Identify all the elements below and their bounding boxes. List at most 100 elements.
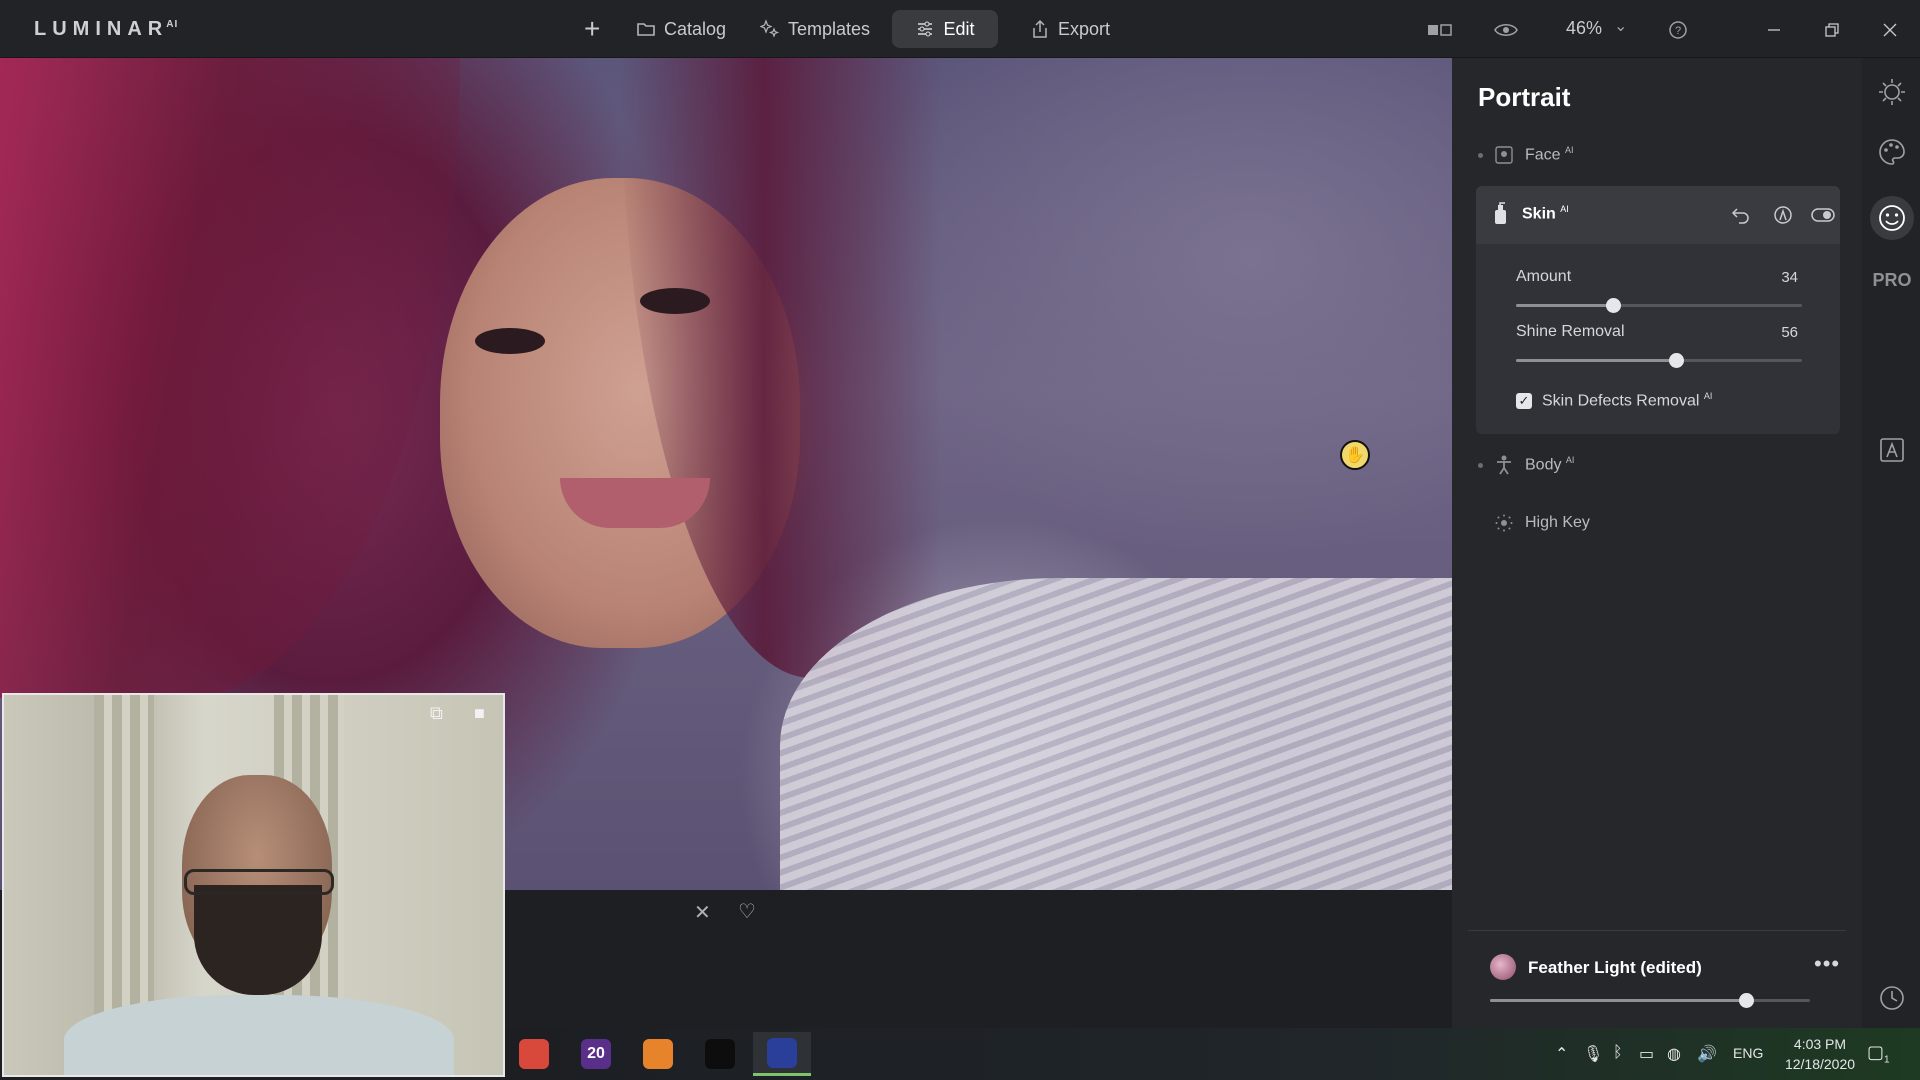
skin-defects-checkbox[interactable]: ✓ <box>1516 393 1532 409</box>
bluetooth-icon[interactable]: ᛒ <box>1613 1044 1623 1062</box>
sparkle-icon <box>760 19 780 38</box>
heart-icon[interactable]: ♡ <box>738 899 756 924</box>
shine-removal-slider[interactable] <box>1516 353 1802 368</box>
close-icon[interactable] <box>1876 16 1904 44</box>
taskbar-app-luminar-icon <box>767 1037 797 1068</box>
chevron-down-icon[interactable]: ⌄ <box>1614 16 1627 36</box>
canvas-text-icon[interactable] <box>1876 434 1908 466</box>
export-label: Export <box>1058 18 1111 39</box>
minimize-icon[interactable] <box>1760 16 1788 44</box>
edit-tab[interactable]: Edit <box>892 10 998 48</box>
taskbar-app-app-3[interactable] <box>629 1032 687 1076</box>
hand-cursor-icon: ✋ <box>1340 440 1370 470</box>
skin-defects-label: Skin Defects Removal AI <box>1542 391 1713 410</box>
clock[interactable]: 4:03 PM 12/18/2020 <box>1775 1034 1865 1074</box>
catalog-label: Catalog <box>664 18 727 39</box>
skin-tool-panel: Skin AI Amount 34 Shine Removal 56 ✓ Ski… <box>1476 186 1840 434</box>
sun-icon[interactable] <box>1876 76 1908 108</box>
clock-time: 4:03 PM <box>1793 1036 1847 1052</box>
webcam-overlay[interactable]: ⧉ ■ <box>2 693 505 1077</box>
ai-badge: AI <box>1703 391 1713 401</box>
face-label: Face <box>1525 146 1561 164</box>
body-tool-icon <box>1497 455 1511 475</box>
input-language[interactable]: ENG <box>1733 1045 1763 1061</box>
pro-tools-icon[interactable]: PRO <box>1873 264 1912 296</box>
skin-tool-header[interactable]: Skin AI <box>1476 186 1840 244</box>
preset-amount-slider[interactable] <box>1490 993 1810 1008</box>
taskbar-app-luminar[interactable] <box>753 1032 811 1076</box>
camera-icon[interactable]: ■ <box>474 703 485 724</box>
undo-icon[interactable] <box>1728 202 1754 228</box>
notification-count: 1 <box>1884 1054 1890 1066</box>
history-clock-icon[interactable] <box>1876 982 1908 1014</box>
zoom-level[interactable]: 46% <box>1566 18 1602 39</box>
notification-center-icon[interactable]: ▢1 <box>1867 1042 1890 1066</box>
taskbar-app-app-2-icon: 20 <box>581 1039 611 1069</box>
chevron-up-icon[interactable]: ⌃ <box>1555 1044 1568 1064</box>
popout-icon[interactable]: ⧉ <box>430 703 443 724</box>
preset-thumbnail[interactable] <box>1490 954 1516 980</box>
preview-eye-icon[interactable] <box>1492 16 1520 44</box>
microphone-icon[interactable]: 🎙 <box>1583 1044 1603 1064</box>
templates-tab[interactable]: Templates <box>746 10 884 48</box>
preset-amount-fill <box>1490 999 1746 1002</box>
body-label: Body <box>1525 456 1562 474</box>
tool-face[interactable]: Face AI <box>1478 140 1574 170</box>
taskbar-app-app-2[interactable]: 20 <box>567 1032 625 1076</box>
shine-removal-slider-thumb[interactable] <box>1669 353 1685 368</box>
preset-amount-thumb[interactable] <box>1739 993 1754 1008</box>
photo-eye <box>475 328 545 354</box>
tool-high-key[interactable]: High Key <box>1478 508 1590 538</box>
webcam-person-shirt <box>64 995 454 1075</box>
plus-icon: + <box>584 13 601 44</box>
favorite-dot <box>1478 462 1483 468</box>
compare-view-icon[interactable] <box>1426 16 1454 44</box>
smiley-face-icon[interactable] <box>1870 196 1914 240</box>
lotion-bottle-icon <box>1495 202 1506 224</box>
taskbar-app-app-3-icon <box>643 1039 673 1069</box>
reject-icon[interactable]: ✕ <box>694 900 711 925</box>
export-button[interactable]: Export <box>1016 10 1124 48</box>
catalog-tab[interactable]: Catalog <box>622 10 740 48</box>
network-globe-icon[interactable]: ◍ <box>1667 1044 1681 1064</box>
battery-icon[interactable]: ▭ <box>1639 1044 1654 1064</box>
share-icon <box>1033 19 1047 38</box>
webcam-person-glasses <box>184 869 334 895</box>
taskbar-app-app-1[interactable] <box>505 1032 563 1076</box>
windows-taskbar: 20 ⌃ 🎙 ᛒ ▭ ◍ 🔊 ENG 4:03 PM 12/18/2020 ▢1 <box>505 1028 1920 1080</box>
photo-lace-top <box>780 578 1452 890</box>
taskbar-app-app-4[interactable] <box>691 1032 749 1076</box>
add-photos-button[interactable]: + <box>576 10 608 48</box>
templates-label: Templates <box>788 18 871 39</box>
palette-icon[interactable] <box>1876 136 1908 168</box>
taskbar-app-app-1-icon <box>519 1039 549 1069</box>
top-bar: LUMINARAI + Catalog Templates Edit Expor… <box>0 0 1920 58</box>
chat-bubble-icon: ▢ <box>1867 1042 1885 1062</box>
amount-slider-fill <box>1516 304 1614 307</box>
visibility-toggle-icon[interactable] <box>1810 202 1836 228</box>
more-options-icon[interactable]: ••• <box>1814 951 1840 977</box>
volume-icon[interactable]: 🔊 <box>1697 1044 1717 1064</box>
photo-rating-bar: ✕ ♡ <box>504 890 1452 940</box>
shine-removal-value: 56 <box>1781 324 1798 341</box>
tool-body[interactable]: Body AI <box>1478 450 1574 480</box>
restore-icon[interactable] <box>1818 16 1846 44</box>
mask-brush-icon[interactable] <box>1770 202 1796 228</box>
edit-label: Edit <box>943 18 975 39</box>
favorite-dot <box>1478 152 1483 158</box>
folder-icon <box>637 23 655 36</box>
face-tool-icon <box>1495 146 1513 164</box>
skin-label: Skin <box>1522 205 1556 223</box>
ai-badge: AI <box>1560 204 1569 214</box>
amount-slider[interactable] <box>1516 298 1802 313</box>
webcam-person-beard <box>194 885 322 995</box>
app-logo: LUMINARAI <box>34 18 179 40</box>
amount-value: 34 <box>1781 269 1798 286</box>
help-icon[interactable]: ? <box>1664 16 1692 44</box>
clock-date: 12/18/2020 <box>1784 1056 1856 1072</box>
preset-name[interactable]: Feather Light (edited) <box>1528 958 1702 978</box>
ai-badge: AI <box>1565 455 1575 466</box>
amount-slider-thumb[interactable] <box>1606 298 1622 313</box>
high-key-label: High Key <box>1525 514 1590 531</box>
photo-eye <box>640 288 710 314</box>
